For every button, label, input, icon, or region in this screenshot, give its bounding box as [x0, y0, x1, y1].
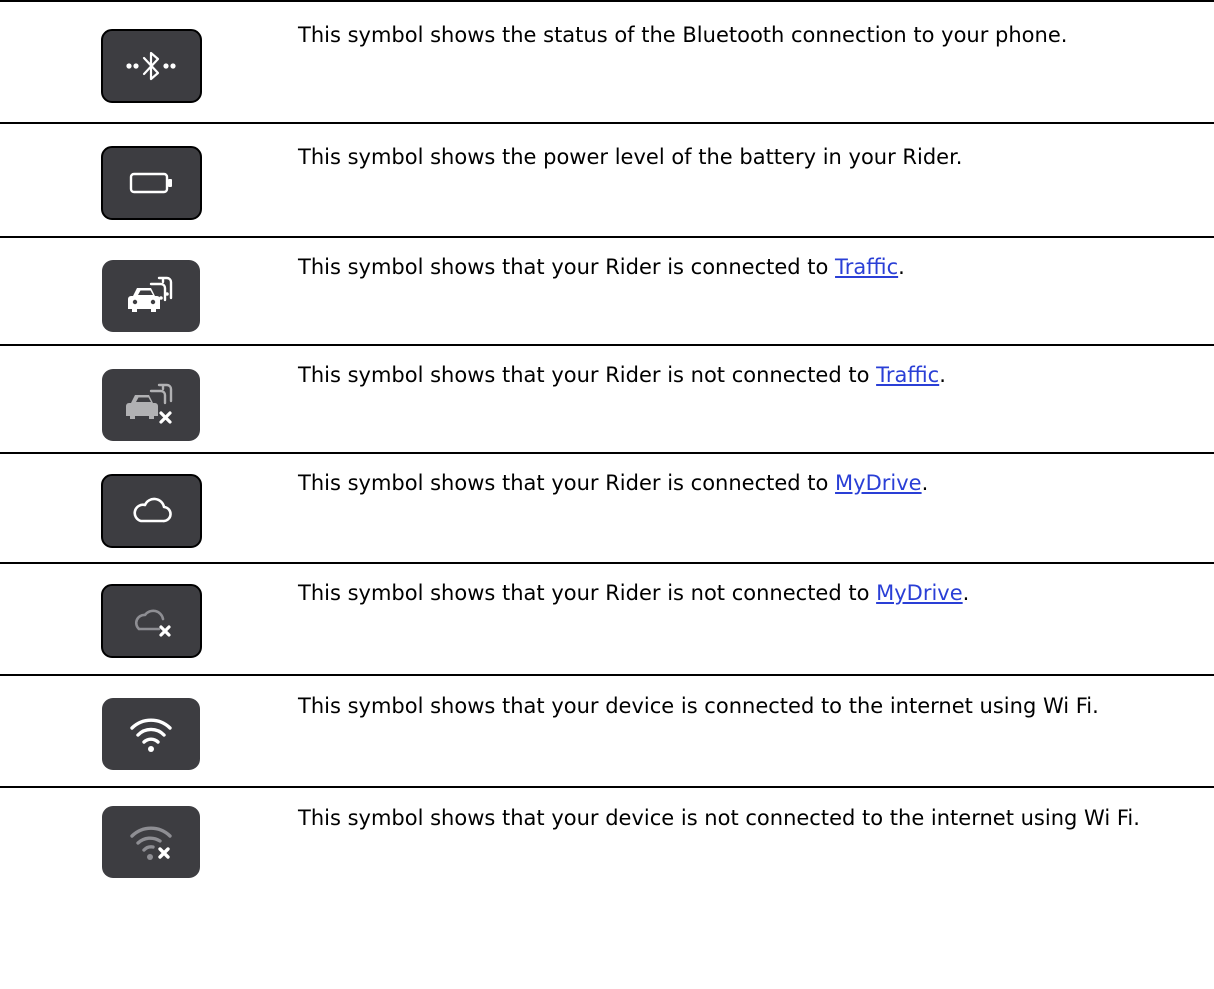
description-cell: This symbol shows the status of the Blue… [298, 2, 1214, 122]
cloud-disconnected-icon [101, 584, 202, 658]
description-suffix: . [898, 255, 905, 279]
icon-cell [0, 238, 298, 344]
icon-cell [0, 788, 298, 908]
mydrive-link[interactable]: MyDrive [835, 471, 922, 495]
description-suffix: . [921, 471, 929, 495]
description-cell: This symbol shows that your device is co… [298, 676, 1214, 786]
description-text: This symbol shows that your Rider is not… [298, 363, 877, 387]
bluetooth-icon [101, 29, 202, 103]
description-cell: This symbol shows that your Rider is not… [298, 346, 1214, 452]
icon-cell [0, 124, 298, 236]
table-row: This symbol shows that your device is co… [0, 676, 1214, 788]
traffic-icon [102, 260, 200, 332]
description-text: This symbol shows that your Rider is not… [298, 581, 877, 605]
description-cell: This symbol shows that your device is no… [298, 788, 1214, 908]
icon-cell [0, 454, 298, 562]
table-row: This symbol shows the status of the Blue… [0, 2, 1214, 124]
battery-icon [101, 146, 202, 220]
description-cell: This symbol shows that your Rider is not… [298, 564, 1214, 674]
description-cell: This symbol shows that your Rider is con… [298, 454, 1214, 562]
table-row: This symbol shows the power level of the… [0, 124, 1214, 238]
icon-cell [0, 346, 298, 452]
description-suffix: . [939, 363, 946, 387]
description-cell: This symbol shows that your Rider is con… [298, 238, 1214, 344]
description-text: This symbol shows the power level of the… [298, 145, 963, 169]
description-text: This symbol shows that your Rider is con… [298, 471, 836, 495]
description-text: This symbol shows that your Rider is con… [298, 255, 836, 279]
icon-cell [0, 564, 298, 674]
table-row: This symbol shows that your device is no… [0, 788, 1214, 908]
description-text: This symbol shows that your device is no… [298, 806, 1140, 830]
table-row: This symbol shows that your Rider is not… [0, 346, 1214, 454]
traffic-link[interactable]: Traffic [835, 255, 898, 279]
description-text: This symbol shows the status of the Blue… [298, 23, 1068, 47]
traffic-link[interactable]: Traffic [876, 363, 939, 387]
status-symbols-table: This symbol shows the status of the Blue… [0, 0, 1214, 908]
cloud-icon [101, 474, 202, 548]
table-row: This symbol shows that your Rider is con… [0, 454, 1214, 564]
description-suffix: . [962, 581, 970, 605]
wifi-icon [102, 698, 200, 770]
traffic-disconnected-icon [102, 369, 200, 441]
table-row: This symbol shows that your Rider is con… [0, 238, 1214, 346]
description-cell: This symbol shows the power level of the… [298, 124, 1214, 236]
table-row: This symbol shows that your Rider is not… [0, 564, 1214, 676]
wifi-disconnected-icon [102, 806, 200, 878]
icon-cell [0, 676, 298, 786]
description-text: This symbol shows that your device is co… [298, 694, 1099, 718]
icon-cell [0, 2, 298, 122]
mydrive-link[interactable]: MyDrive [876, 581, 963, 605]
